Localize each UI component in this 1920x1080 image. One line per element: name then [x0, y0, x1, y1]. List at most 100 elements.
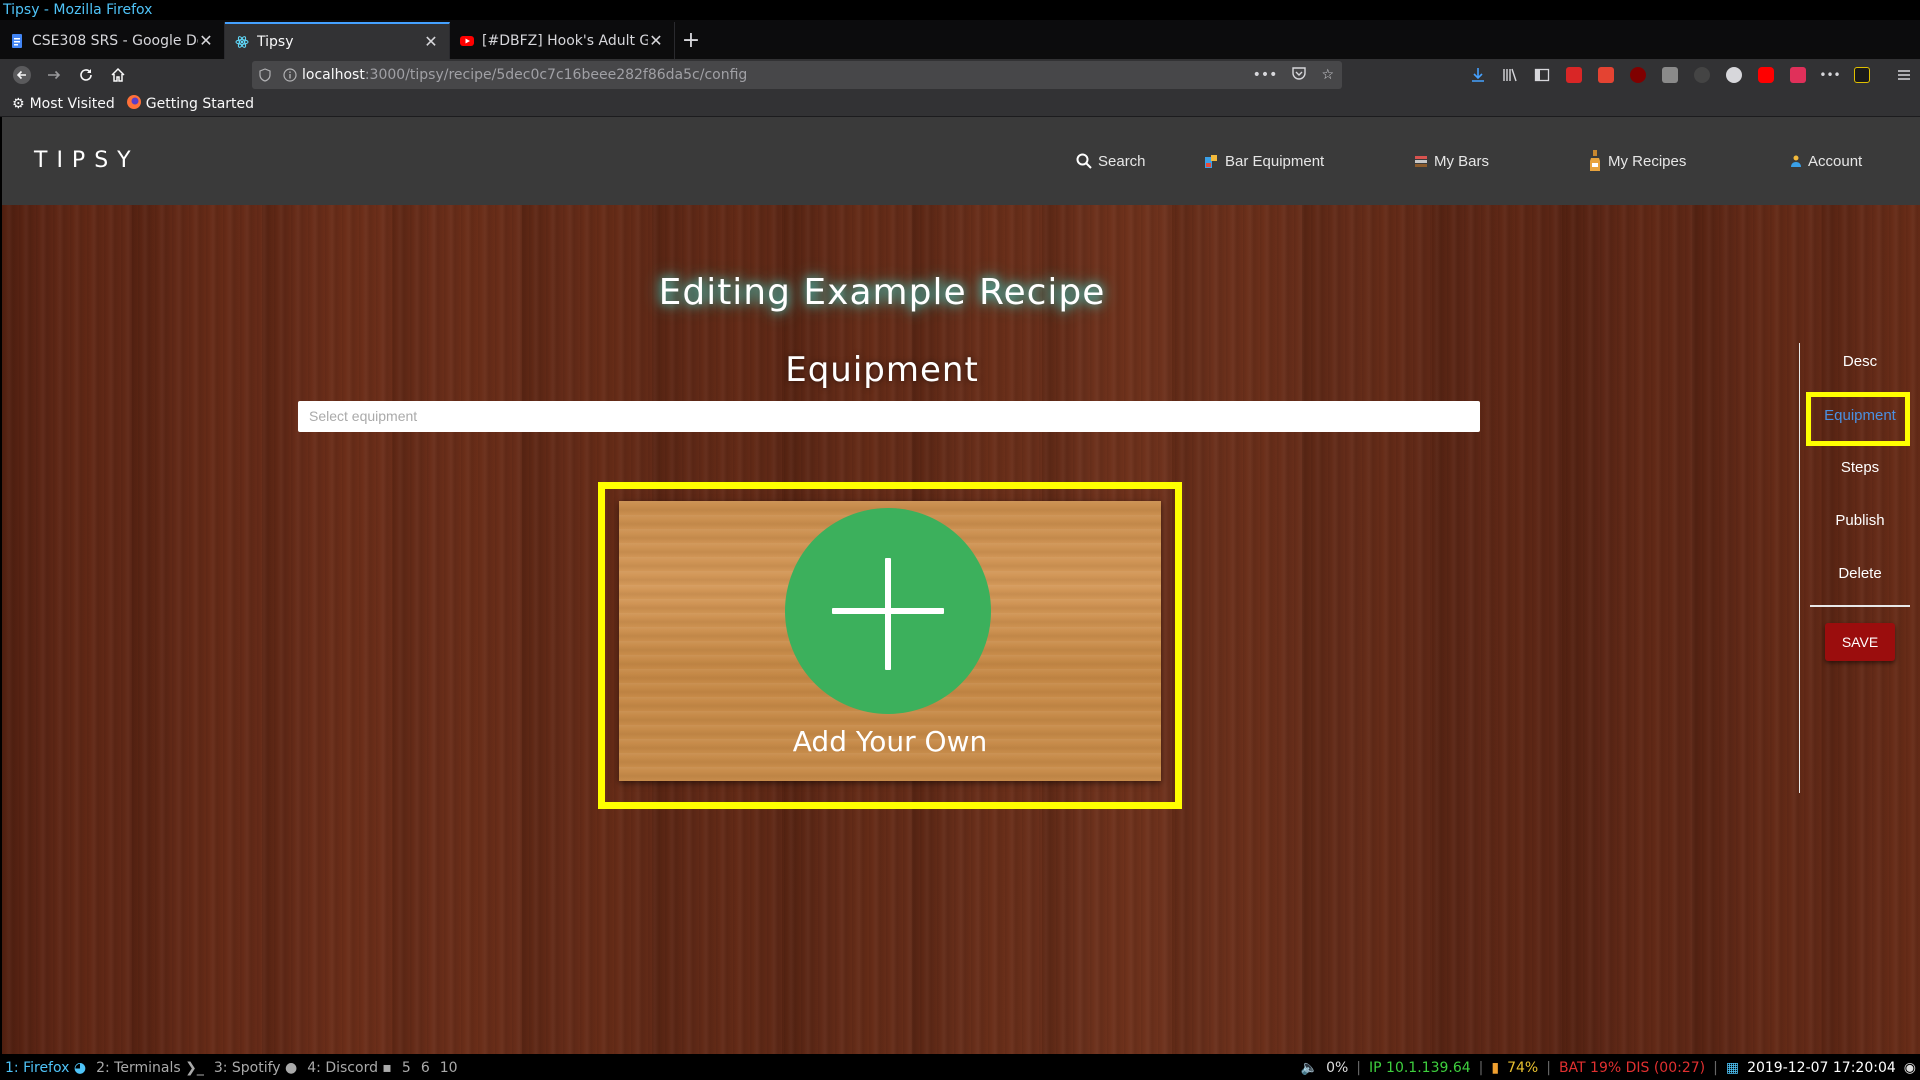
ublock-icon[interactable]: [1622, 61, 1654, 89]
menu-icon[interactable]: [1888, 61, 1920, 89]
reload-icon: [80, 69, 92, 81]
nav-toolbar: localhost:3000/tipsy/recipe/5dec0c7c16be…: [0, 59, 1920, 91]
sidenav-steps[interactable]: Steps: [1810, 459, 1910, 476]
youtube-ext-icon[interactable]: [1750, 61, 1782, 89]
new-tab-button[interactable]: +: [675, 22, 707, 59]
volume-level: 0%: [1326, 1060, 1349, 1076]
url-path: :3000/tipsy/recipe/5dec0c7c16beee282f86d…: [364, 67, 748, 83]
terminal-icon: ❯_: [185, 1060, 204, 1076]
save-button[interactable]: SAVE: [1825, 623, 1895, 661]
tab-label: CSE308 SRS - Google Docs: [32, 32, 198, 49]
home-button[interactable]: [102, 61, 134, 89]
info-icon[interactable]: [278, 68, 302, 82]
nav-label: My Bars: [1434, 152, 1490, 170]
reload-button[interactable]: [70, 61, 102, 89]
close-icon[interactable]: ✕: [648, 32, 664, 49]
workspace-1[interactable]: 1: Firefox ◕: [0, 1060, 91, 1076]
shield-icon[interactable]: [252, 68, 278, 82]
workspace-4[interactable]: 4: Discord ▪: [302, 1060, 397, 1076]
sidenav-desc[interactable]: Desc: [1810, 353, 1910, 370]
forward-arrow-icon: [48, 70, 61, 80]
add-card-label: Add Your Own: [792, 725, 988, 758]
sidenav-equipment[interactable]: Equipment: [1810, 407, 1910, 424]
react-icon: [235, 35, 249, 49]
page-content: TIPSY Search Bar Equipment My Bars My Re…: [2, 117, 1920, 1054]
plus-icon-bar: [832, 608, 944, 614]
extension-todoist-icon[interactable]: [1590, 61, 1622, 89]
brand-logo[interactable]: TIPSY: [34, 117, 140, 205]
extension-leaf-icon[interactable]: [1686, 61, 1718, 89]
workspace-10[interactable]: 10: [435, 1060, 463, 1076]
nav-search[interactable]: Search: [1076, 117, 1146, 205]
tab-label: [#DBFZ] Hook's Adult Goh: [482, 32, 648, 49]
back-button[interactable]: [6, 61, 38, 89]
nav-my-recipes[interactable]: My Recipes: [1588, 117, 1686, 205]
app-header: TIPSY Search Bar Equipment My Bars My Re…: [2, 117, 1920, 205]
close-icon[interactable]: ✕: [423, 33, 439, 50]
firefox-icon: [126, 94, 141, 113]
sidenav-publish[interactable]: Publish: [1810, 512, 1910, 529]
equipment-select[interactable]: Select equipment: [298, 401, 1480, 432]
tab-tipsy[interactable]: Tipsy ✕: [225, 22, 450, 59]
downloads-icon[interactable]: [1462, 61, 1494, 89]
section-title: Equipment: [785, 350, 979, 390]
search-icon: [1076, 153, 1092, 169]
nav-bar-equipment[interactable]: Bar Equipment: [1203, 117, 1324, 205]
os-status-bar: 1: Firefox ◕ 2: Terminals ❯_ 3: Spotify …: [0, 1056, 1920, 1080]
spotify-icon: ●: [285, 1060, 298, 1076]
wifi-level: 74%: [1507, 1060, 1539, 1076]
home-icon: [111, 67, 125, 82]
workspace-6[interactable]: 6: [416, 1060, 435, 1076]
add-button[interactable]: [785, 508, 991, 714]
page-title: Editing Example Recipe: [658, 272, 1106, 313]
bookmark-most-visited[interactable]: ⚙ Most Visited: [12, 96, 115, 112]
add-your-own-card[interactable]: Add Your Own: [619, 501, 1161, 781]
bookmark-getting-started[interactable]: Getting Started: [126, 94, 255, 113]
library-icon[interactable]: [1494, 61, 1526, 89]
datetime: 2019-12-07 17:20:04: [1747, 1060, 1896, 1076]
extension-pink-icon[interactable]: [1782, 61, 1814, 89]
discord-icon: ▪: [382, 1060, 392, 1076]
bookmark-star-icon[interactable]: ☆: [1321, 67, 1334, 83]
user-icon: [1791, 155, 1801, 167]
bookmark-label: Most Visited: [29, 95, 115, 112]
more-actions-icon[interactable]: •••: [1253, 67, 1278, 83]
extension-red-pen-icon[interactable]: [1558, 61, 1590, 89]
battery-status: BAT 19% DIS (00:27): [1558, 1060, 1706, 1076]
sidebar-icon[interactable]: [1526, 61, 1558, 89]
overflow-icon[interactable]: •••: [1814, 61, 1846, 89]
pocket-icon[interactable]: [1291, 65, 1307, 85]
workspace-3[interactable]: 3: Spotify ●: [209, 1060, 302, 1076]
firefox-icon: ◕: [73, 1060, 87, 1076]
wifi-icon: ▮: [1491, 1060, 1500, 1076]
discord-tray-icon[interactable]: ◉: [1904, 1060, 1916, 1076]
youtube-icon: [460, 34, 474, 48]
tab-youtube[interactable]: [#DBFZ] Hook's Adult Goh ✕: [450, 22, 675, 59]
shaker-icon: [1205, 155, 1217, 168]
extension-gray-icon[interactable]: [1654, 61, 1686, 89]
bookmark-label: Getting Started: [145, 95, 255, 112]
nav-label: Bar Equipment: [1225, 152, 1325, 170]
ip-address: IP 10.1.139.64: [1369, 1060, 1471, 1076]
forward-button[interactable]: [38, 61, 70, 89]
nav-account[interactable]: Account: [1788, 117, 1862, 205]
google-docs-icon: [10, 33, 24, 48]
back-arrow-icon: [13, 66, 31, 84]
account-circle-icon[interactable]: [1718, 61, 1750, 89]
extension-w-icon[interactable]: [1846, 61, 1878, 89]
sidenav-delete[interactable]: Delete: [1810, 565, 1910, 582]
volume-icon: 🔈: [1300, 1060, 1319, 1076]
bar-icon: [1415, 156, 1427, 167]
sidenav-divider: [1810, 605, 1910, 607]
close-icon[interactable]: ✕: [198, 32, 214, 49]
workspace-5[interactable]: 5: [397, 1060, 416, 1076]
tab-label: Tipsy: [257, 33, 294, 50]
tab-google-docs[interactable]: CSE308 SRS - Google Docs ✕: [0, 22, 225, 59]
tab-strip: CSE308 SRS - Google Docs ✕ Tipsy ✕ [#DBF…: [0, 20, 1920, 59]
sidenav-divider-line: [1799, 343, 1800, 793]
window-title: Tipsy - Mozilla Firefox: [0, 0, 1920, 20]
calendar-icon: ▦: [1725, 1060, 1740, 1076]
workspace-2[interactable]: 2: Terminals ❯_: [91, 1060, 209, 1076]
nav-my-bars[interactable]: My Bars: [1414, 117, 1489, 205]
url-bar[interactable]: localhost:3000/tipsy/recipe/5dec0c7c16be…: [252, 61, 1342, 89]
